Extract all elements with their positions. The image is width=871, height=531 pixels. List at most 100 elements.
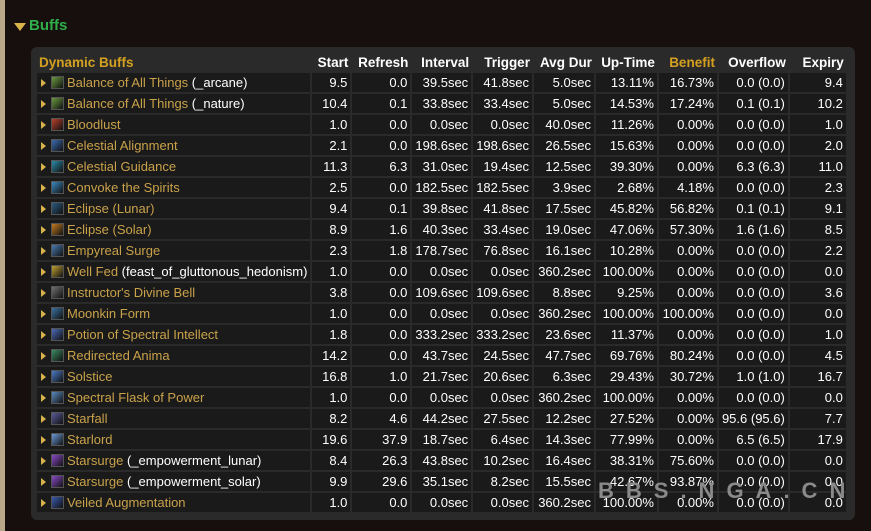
- buff-name[interactable]: Empyreal Surge: [67, 243, 160, 258]
- buff-name[interactable]: Solstice: [67, 369, 113, 384]
- expand-arrow-icon[interactable]: [41, 163, 46, 171]
- table-row[interactable]: Convoke the Spirits 2.5 0.0 182.5sec 182.5se…: [37, 178, 846, 199]
- buff-name-cell[interactable]: Eclipse (Solar): [37, 220, 311, 241]
- buff-name[interactable]: Veiled Augmentation: [67, 495, 186, 510]
- table-row[interactable]: Empyreal Surge 2.3 1.8 178.7sec 76.8sec 16.1s…: [37, 241, 846, 262]
- buff-name-cell[interactable]: Redirected Anima: [37, 346, 311, 367]
- buff-name[interactable]: Convoke the Spirits: [67, 180, 180, 195]
- table-row[interactable]: Celestial Guidance 11.3 6.3 31.0sec 19.4sec 1…: [37, 157, 846, 178]
- buff-name-cell[interactable]: Empyreal Surge: [37, 241, 311, 262]
- buff-name[interactable]: Balance of All Things: [67, 96, 188, 111]
- expand-arrow-icon[interactable]: [41, 373, 46, 381]
- expand-arrow-icon[interactable]: [41, 100, 46, 108]
- table-row[interactable]: Balance of All Things (_arcane) 9.5 0.0 39.…: [37, 73, 846, 94]
- buff-name[interactable]: Instructor's Divine Bell: [67, 285, 195, 300]
- expand-arrow-icon[interactable]: [41, 457, 46, 465]
- buff-name[interactable]: Redirected Anima: [67, 348, 170, 363]
- table-row[interactable]: Celestial Alignment 2.1 0.0 198.6sec 198.6se…: [37, 136, 846, 157]
- table-row[interactable]: Well Fed (feast_of_gluttonous_hedonism) 1…: [37, 262, 846, 283]
- expand-arrow-icon[interactable]: [41, 79, 46, 87]
- buff-name-cell[interactable]: Starsurge (_empowerment_lunar): [37, 451, 311, 472]
- buffs-section-toggle[interactable]: Buffs: [14, 17, 67, 34]
- buff-name[interactable]: Starfall: [67, 411, 107, 426]
- buff-name-cell[interactable]: Instructor's Divine Bell: [37, 283, 311, 304]
- expand-arrow-icon[interactable]: [41, 415, 46, 423]
- expand-arrow-icon[interactable]: [41, 121, 46, 129]
- expand-arrow-icon[interactable]: [41, 247, 46, 255]
- expand-arrow-icon[interactable]: [41, 394, 46, 402]
- buff-name-cell[interactable]: Starsurge (_empowerment_solar): [37, 472, 311, 493]
- expand-arrow-icon[interactable]: [41, 205, 46, 213]
- table-row[interactable]: Redirected Anima 14.2 0.0 43.7sec 24.5sec 47.…: [37, 346, 846, 367]
- cell-overflow: 0.0 (0.0): [718, 178, 788, 199]
- buff-name[interactable]: Well Fed: [67, 264, 118, 279]
- header-refresh[interactable]: Refresh: [352, 52, 410, 73]
- expand-arrow-icon[interactable]: [41, 436, 46, 444]
- table-row[interactable]: Instructor's Divine Bell 3.8 0.0 109.6sec 10…: [37, 283, 846, 304]
- cell-avgdur: 6.3sec: [533, 367, 594, 388]
- buff-name-cell[interactable]: Starlord: [37, 430, 311, 451]
- header-overflow[interactable]: Overflow: [719, 52, 788, 73]
- buff-name-cell[interactable]: Convoke the Spirits: [37, 178, 311, 199]
- header-uptime[interactable]: Up-Time: [596, 52, 657, 73]
- buff-name[interactable]: Balance of All Things: [67, 75, 188, 90]
- header-benefit[interactable]: Benefit: [659, 52, 717, 73]
- buff-name[interactable]: Bloodlust: [67, 117, 120, 132]
- header-interval[interactable]: Interval: [412, 52, 471, 73]
- table-row[interactable]: Eclipse (Lunar) 9.4 0.1 39.8sec 41.8sec 17.5s…: [37, 199, 846, 220]
- expand-arrow-icon[interactable]: [41, 352, 46, 360]
- buff-name-cell[interactable]: Eclipse (Lunar): [37, 199, 311, 220]
- buff-name[interactable]: Eclipse (Lunar): [67, 201, 154, 216]
- buff-name-cell[interactable]: Potion of Spectral Intellect: [37, 325, 311, 346]
- table-row[interactable]: Veiled Augmentation 1.0 0.0 0.0sec 0.0sec 360…: [37, 493, 846, 514]
- cell-benefit: 100.00%: [658, 304, 717, 325]
- header-expiry[interactable]: Expiry: [790, 52, 846, 73]
- buff-name-cell[interactable]: Veiled Augmentation: [37, 493, 311, 514]
- table-row[interactable]: Eclipse (Solar) 8.9 1.6 40.3sec 33.4sec 19.0s…: [37, 220, 846, 241]
- expand-arrow-icon[interactable]: [41, 331, 46, 339]
- expand-arrow-icon[interactable]: [41, 226, 46, 234]
- buff-name[interactable]: Potion of Spectral Intellect: [67, 327, 218, 342]
- buff-name-cell[interactable]: Balance of All Things (_arcane): [37, 73, 311, 94]
- cell-interval: 44.2sec: [412, 409, 472, 430]
- expand-arrow-icon[interactable]: [41, 310, 46, 318]
- header-start[interactable]: Start: [312, 52, 350, 73]
- buff-name[interactable]: Starsurge: [67, 453, 123, 468]
- buff-name-cell[interactable]: Celestial Guidance: [37, 157, 311, 178]
- header-trigger[interactable]: Trigger: [473, 52, 532, 73]
- buff-name-cell[interactable]: Balance of All Things (_nature): [37, 94, 311, 115]
- expand-arrow-icon[interactable]: [41, 289, 46, 297]
- header-avgdur[interactable]: Avg Dur: [534, 52, 594, 73]
- expand-arrow-icon[interactable]: [41, 184, 46, 192]
- buff-name[interactable]: Eclipse (Solar): [67, 222, 152, 237]
- table-row[interactable]: Solstice 16.8 1.0 21.7sec 20.6sec 6.3sec 29.43…: [37, 367, 846, 388]
- table-row[interactable]: Bloodlust 1.0 0.0 0.0sec 0.0sec 40.0sec 11.26%…: [37, 115, 846, 136]
- buff-name-cell[interactable]: Bloodlust: [37, 115, 311, 136]
- buff-name[interactable]: Moonkin Form: [67, 306, 150, 321]
- buff-name-cell[interactable]: Moonkin Form: [37, 304, 311, 325]
- buff-name-cell[interactable]: Starfall: [37, 409, 311, 430]
- buff-name[interactable]: Celestial Guidance: [67, 159, 176, 174]
- buff-name-cell[interactable]: Spectral Flask of Power: [37, 388, 311, 409]
- expand-arrow-icon[interactable]: [41, 478, 46, 486]
- buff-name-cell[interactable]: Solstice: [37, 367, 311, 388]
- table-row[interactable]: Moonkin Form 1.0 0.0 0.0sec 0.0sec 360.2sec 10…: [37, 304, 846, 325]
- buff-name[interactable]: Starlord: [67, 432, 113, 447]
- buff-name-cell[interactable]: Celestial Alignment: [37, 136, 311, 157]
- buff-name-cell[interactable]: Well Fed (feast_of_gluttonous_hedonism): [37, 262, 311, 283]
- buff-name[interactable]: Celestial Alignment: [67, 138, 178, 153]
- table-row[interactable]: Potion of Spectral Intellect 1.8 0.0 333.2s…: [37, 325, 846, 346]
- table-row[interactable]: Spectral Flask of Power 1.0 0.0 0.0sec 0.0se…: [37, 388, 846, 409]
- table-row[interactable]: Starfall 8.2 4.6 44.2sec 27.5sec 12.2sec 27.52…: [37, 409, 846, 430]
- expand-arrow-icon[interactable]: [41, 499, 46, 507]
- buff-name[interactable]: Starsurge: [67, 474, 123, 489]
- cell-expiry: 0.0: [789, 262, 846, 283]
- expand-arrow-icon[interactable]: [41, 142, 46, 150]
- table-row[interactable]: Starsurge (_empowerment_lunar) 8.4 26.3 43.…: [37, 451, 846, 472]
- table-row[interactable]: Starsurge (_empowerment_solar) 9.9 29.6 35.…: [37, 472, 846, 493]
- table-row[interactable]: Balance of All Things (_nature) 10.4 0.1 33…: [37, 94, 846, 115]
- buff-name[interactable]: Spectral Flask of Power: [67, 390, 204, 405]
- table-row[interactable]: Starlord 19.6 37.9 18.7sec 6.4sec 14.3sec 77.9…: [37, 430, 846, 451]
- header-name[interactable]: Dynamic Buffs: [37, 52, 310, 73]
- expand-arrow-icon[interactable]: [41, 268, 46, 276]
